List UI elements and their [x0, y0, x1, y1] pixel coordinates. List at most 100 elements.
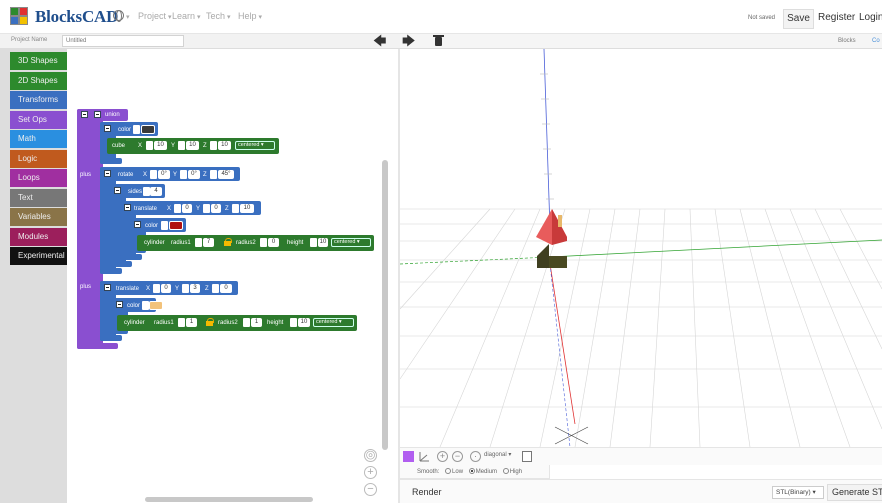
category-transforms[interactable]: Transforms	[10, 91, 67, 109]
zoom-out-icon[interactable]: −	[452, 451, 463, 462]
workspace-horizontal-scrollbar[interactable]	[145, 497, 313, 502]
undo-icon[interactable]: 🡄	[373, 34, 386, 48]
collapse-sides-icon[interactable]	[114, 187, 121, 194]
zoom-fit-icon[interactable]: ·	[470, 451, 481, 462]
rotate-z-socket	[210, 170, 217, 179]
menu-project[interactable]: Project ▾	[138, 11, 171, 21]
category-logic[interactable]: Logic	[10, 149, 67, 168]
trash-icon[interactable]	[433, 35, 444, 46]
collapse-color-chimney-icon[interactable]	[116, 301, 123, 308]
category-experimental[interactable]: Experimental	[10, 247, 67, 265]
zoom-out-icon[interactable]: −	[364, 483, 377, 496]
view-angle-select[interactable]: diagonal ▾	[484, 451, 511, 458]
smooth-medium-label: Medium	[475, 469, 498, 475]
logo-cubes-icon	[10, 7, 34, 27]
collapse-union-icon-2[interactable]	[94, 111, 101, 118]
category-math[interactable]: Math	[10, 130, 67, 148]
cube-y-input[interactable]: 10	[186, 141, 199, 150]
redo-icon[interactable]: 🡆	[402, 34, 415, 48]
category-set-ops[interactable]: Set Ops	[10, 110, 67, 129]
axes-toggle-icon[interactable]	[418, 451, 430, 463]
cylinder2-height-input[interactable]: 10	[298, 318, 310, 327]
cylinder1-radius1-input[interactable]: 7	[203, 238, 214, 247]
workspace-vertical-scrollbar[interactable]	[382, 160, 388, 450]
cube-centered-dropdown[interactable]: centered ▾	[235, 141, 275, 150]
3d-viewport[interactable]	[400, 49, 882, 447]
smooth-options-row: Smooth: Low Medium High	[400, 465, 550, 479]
export-format-select[interactable]: STL(Binary) ▾	[772, 486, 824, 499]
translate-block-roof-footer	[120, 254, 142, 260]
zoom-in-icon[interactable]: +	[364, 466, 377, 479]
cylinder2-centered-dropdown[interactable]: centered ▾	[313, 318, 354, 327]
rotate-x-socket	[150, 170, 157, 179]
cylinder2-radius1-input[interactable]: 1	[186, 318, 197, 327]
translate1-y-input[interactable]: 0	[211, 204, 221, 213]
object-color-swatch[interactable]	[403, 451, 414, 462]
zoom-in-icon[interactable]: +	[437, 451, 448, 462]
cube-z-input[interactable]: 10	[218, 141, 231, 150]
project-name-input[interactable]: Untitled	[62, 35, 184, 47]
smooth-low-radio[interactable]	[445, 468, 452, 474]
color-label: color	[118, 127, 132, 133]
rotate-x-input[interactable]: 0°	[158, 170, 170, 179]
category-loops[interactable]: Loops	[10, 169, 67, 187]
rotate-block-footer	[100, 268, 122, 274]
collapse-color-icon[interactable]	[104, 125, 111, 132]
collapse-union-icon[interactable]	[81, 111, 88, 118]
tab-blocks[interactable]: Blocks	[838, 38, 856, 44]
cylinder2-radius2-label: radius2	[218, 320, 238, 326]
smooth-high-radio[interactable]	[502, 468, 509, 474]
collapse-translate-icon[interactable]	[124, 204, 131, 211]
cylinder1-height-input[interactable]: 10	[318, 238, 328, 247]
collapse-color-roof-icon[interactable]	[134, 221, 141, 228]
blockscad-logo[interactable]: BlocksCAD	[10, 7, 118, 27]
cube-x-input[interactable]: 10	[154, 141, 167, 150]
category-text[interactable]: Text	[10, 188, 67, 207]
zoom-reset-icon[interactable]: ◎	[364, 449, 377, 462]
category-variables[interactable]: Variables	[10, 208, 67, 226]
cube-y-socket	[178, 141, 185, 150]
camera-icon[interactable]	[522, 451, 532, 462]
menu-help[interactable]: Help ▾	[238, 11, 262, 21]
y-axis-line	[549, 239, 882, 258]
union-label: union	[105, 112, 120, 118]
rotate-y-input[interactable]: 0°	[188, 170, 200, 179]
collapse-translate2-icon[interactable]	[104, 284, 111, 291]
cylinder1-height-socket	[310, 238, 317, 247]
category-3d-shapes[interactable]: 3D Shapes	[10, 52, 67, 70]
color-swatch-roof[interactable]	[169, 221, 183, 230]
translate-block-chimney-footer	[100, 335, 122, 341]
register-link[interactable]: Register	[818, 12, 855, 23]
translate1-z-input[interactable]: 10	[240, 204, 254, 213]
translate2-y-input[interactable]: 3	[190, 284, 200, 293]
translate2-z-input[interactable]: 0	[220, 284, 232, 293]
smooth-medium-radio[interactable]	[468, 468, 475, 474]
x-axis-line	[549, 263, 576, 425]
category-modules[interactable]: Modules	[10, 227, 67, 246]
sides-block-footer	[110, 261, 132, 267]
tab-code[interactable]: Co	[872, 38, 880, 44]
rotate-z-input[interactable]: 45°	[218, 170, 234, 179]
save-button[interactable]: Save	[783, 9, 814, 29]
translate2-x-input[interactable]: 0	[161, 284, 171, 293]
translate1-x-label: X	[167, 206, 172, 212]
cylinder1-radius2-input[interactable]: 0	[268, 238, 279, 247]
lock-icon[interactable]	[206, 318, 214, 326]
color-swatch-chimney[interactable]	[149, 301, 163, 310]
translate1-x-input[interactable]: 0	[182, 204, 192, 213]
category-2d-shapes[interactable]: 2D Shapes	[10, 71, 67, 90]
globe-icon[interactable]	[113, 10, 124, 22]
sides-input[interactable]: 4	[150, 187, 162, 196]
render-button[interactable]: Render	[412, 487, 442, 497]
login-link[interactable]: Login	[859, 12, 882, 23]
lock-icon[interactable]	[224, 238, 232, 246]
color-swatch-cube[interactable]	[141, 125, 155, 134]
cylinder1-centered-dropdown[interactable]: centered ▾	[331, 238, 371, 247]
z-axis-line	[543, 49, 551, 230]
globe-menu-caret[interactable]: ▾	[126, 11, 130, 21]
menu-tech[interactable]: Tech ▾	[206, 11, 230, 21]
menu-learn[interactable]: Learn ▾	[172, 11, 201, 21]
cylinder2-radius2-input[interactable]: 1	[251, 318, 262, 327]
collapse-rotate-icon[interactable]	[104, 170, 111, 177]
generate-stl-button[interactable]: Generate STL	[827, 484, 882, 501]
